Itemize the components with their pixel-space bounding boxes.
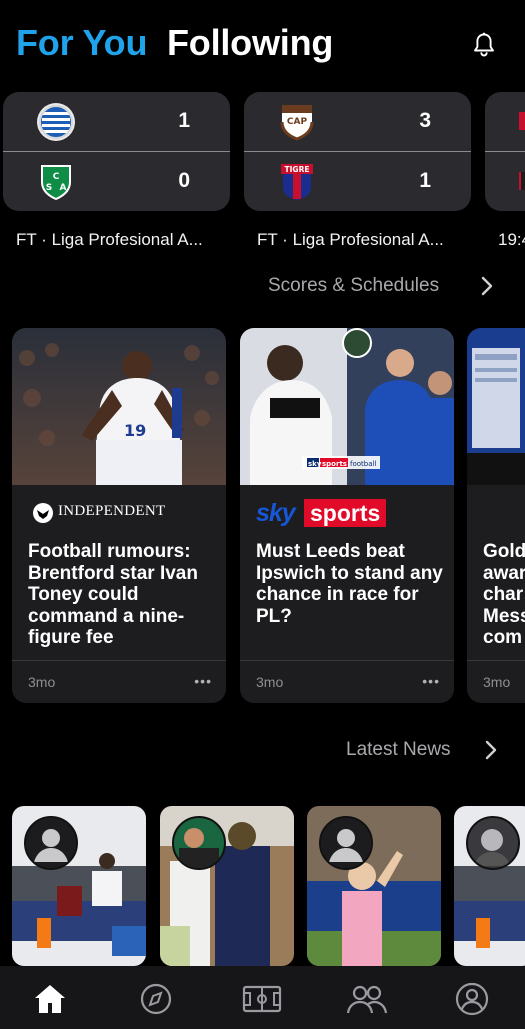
match-status: FT · Liga Profesional A... xyxy=(16,230,203,249)
bottom-nav xyxy=(0,966,525,1029)
people-icon[interactable] xyxy=(346,982,388,1016)
channel-avatar xyxy=(468,818,518,868)
image-caption-football: football xyxy=(350,460,376,468)
away-score: 1 xyxy=(419,169,431,192)
match-card[interactable]: CAP 3 TIGRE 1 xyxy=(244,92,471,211)
news-card[interactable]: 19 INDEPENDENT Football rumours: Brentfo… xyxy=(12,328,226,703)
source-name-sports: sports xyxy=(304,499,387,527)
article-image: 19 xyxy=(12,328,226,485)
avatar[interactable] xyxy=(172,816,226,870)
divider xyxy=(240,660,454,661)
profile-icon[interactable] xyxy=(454,982,490,1016)
football-photo-collage: sky sports football xyxy=(240,328,454,485)
news-carousel[interactable]: 19 INDEPENDENT Football rumours: Brentfo… xyxy=(0,328,525,704)
channel-avatar xyxy=(174,818,224,868)
away-team-row: C S A 0 xyxy=(3,152,230,211)
chevron-right-icon[interactable] xyxy=(484,739,498,761)
user-placeholder-icon xyxy=(321,818,371,868)
platense-crest-icon: CAP xyxy=(280,105,314,141)
home-score: 3 xyxy=(419,109,431,132)
scores-carousel[interactable]: 1 C S A 0 FT · Liga Profesional A... CAP… xyxy=(3,92,525,262)
crest-letter-s: S xyxy=(46,183,52,193)
article-image xyxy=(467,328,525,485)
more-options-icon[interactable]: ••• xyxy=(422,673,440,689)
tab-for-you[interactable]: For You xyxy=(16,22,147,64)
shirt-number: 19 xyxy=(124,421,146,440)
video-card[interactable] xyxy=(454,806,525,966)
scores-schedules-link[interactable]: Scores & Schedules xyxy=(268,275,439,297)
video-card[interactable] xyxy=(12,806,146,966)
avatar[interactable] xyxy=(24,816,78,870)
image-caption-sky: sky xyxy=(308,460,322,468)
article-age: 3mo xyxy=(483,674,511,690)
tigre-crest-icon: TIGRE xyxy=(281,164,313,200)
home-score: 1 xyxy=(178,109,190,132)
divider xyxy=(467,660,525,661)
source-name: INDEPENDENT xyxy=(58,503,166,519)
article-age: 3mo xyxy=(256,674,284,690)
video-card[interactable] xyxy=(160,806,294,966)
away-score: 0 xyxy=(178,169,190,192)
match-card[interactable] xyxy=(485,92,525,211)
divider xyxy=(485,151,525,152)
article-headline[interactable]: Gold awar char Mess com xyxy=(483,541,525,649)
pitch-icon[interactable] xyxy=(242,982,282,1016)
match-card[interactable]: 1 C S A 0 xyxy=(3,92,230,211)
match-status: FT · Liga Profesional A... xyxy=(257,230,444,249)
avatar[interactable] xyxy=(319,816,373,870)
article-image: sky sports football xyxy=(240,328,454,485)
article-age: 3mo xyxy=(28,674,56,690)
bell-icon[interactable] xyxy=(472,32,496,58)
award-photo xyxy=(467,328,525,485)
more-options-icon[interactable]: ••• xyxy=(194,673,212,689)
home-team-row: 1 xyxy=(3,92,230,151)
crest-partial-icon xyxy=(519,172,525,190)
crest-text: TIGRE xyxy=(285,165,310,174)
news-card[interactable]: Gold awar char Mess com 3mo xyxy=(467,328,525,703)
crest-partial-icon xyxy=(519,112,525,130)
source-name-sky: sky xyxy=(256,499,296,527)
image-caption-sports: sports xyxy=(322,460,347,468)
video-card[interactable] xyxy=(307,806,441,966)
article-headline[interactable]: Must Leeds beat Ipswich to stand any cha… xyxy=(256,541,444,627)
avatar[interactable] xyxy=(466,816,520,870)
sarmiento-crest-icon: C S A xyxy=(41,165,71,201)
divider xyxy=(12,660,226,661)
crest-letter-a: A xyxy=(60,183,67,193)
news-card[interactable]: sky sports football sky sports Must Leed… xyxy=(240,328,454,703)
chevron-right-icon[interactable] xyxy=(480,275,494,297)
user-placeholder-icon xyxy=(26,818,76,868)
top-header: For You Following xyxy=(0,0,525,88)
tab-following[interactable]: Following xyxy=(167,22,333,64)
away-team-row: TIGRE 1 xyxy=(244,152,471,211)
latest-news-link[interactable]: Latest News xyxy=(346,739,451,761)
crest-text: CAP xyxy=(287,117,308,127)
match-status: 19:4 xyxy=(498,230,525,249)
eagle-icon xyxy=(33,503,53,523)
article-headline[interactable]: Football rumours: Brentford star Ivan To… xyxy=(28,541,216,649)
video-carousel[interactable] xyxy=(0,806,525,966)
home-icon[interactable] xyxy=(32,982,68,1016)
footballer-photo: 19 xyxy=(12,328,226,485)
godoy-cruz-crest-icon xyxy=(37,103,75,141)
crest-letter-c: C xyxy=(53,172,60,182)
compass-icon[interactable] xyxy=(138,982,174,1016)
home-team-row: CAP 3 xyxy=(244,92,471,151)
